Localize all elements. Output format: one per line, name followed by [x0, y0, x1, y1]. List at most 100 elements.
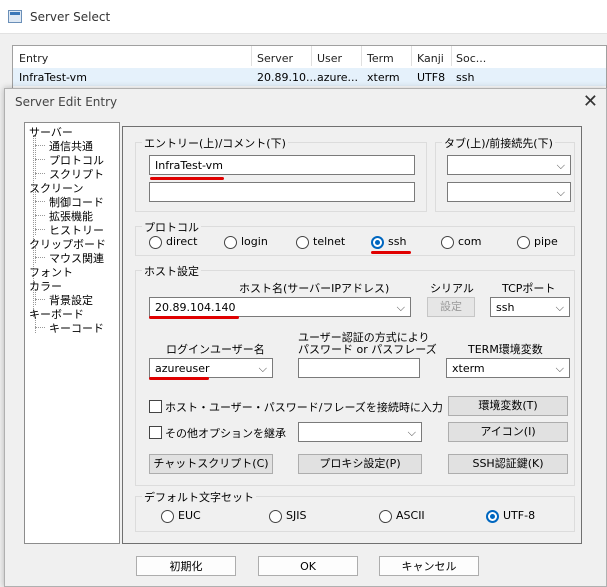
login-user-combo[interactable]: azureuser ⌵ [149, 358, 273, 378]
close-icon[interactable]: ✕ [583, 91, 598, 112]
column-separator [251, 46, 252, 66]
tree-line [35, 229, 45, 230]
protocol-telnet-label[interactable]: telnet [313, 235, 345, 248]
tree-item-protocol[interactable]: プロトコル [49, 155, 104, 167]
dialog-title: Server Edit Entry [15, 95, 118, 109]
charset-utf8-radio[interactable] [486, 510, 499, 523]
tree-item-color[interactable]: カラー [29, 281, 62, 293]
prompt-credentials-label[interactable]: ホスト・ユーザー・パスワード/フレーズを接続時に入力 [165, 399, 443, 415]
protocol-pipe-label[interactable]: pipe [534, 235, 558, 248]
tree-item-script[interactable]: スクリプト [49, 169, 104, 181]
cell-term: xterm [367, 71, 400, 84]
inherit-options-combo[interactable]: ⌵ [298, 422, 422, 442]
tree-line [35, 201, 45, 202]
auth-password-input[interactable] [298, 358, 420, 378]
column-header-user[interactable]: User [317, 52, 342, 65]
hostname-combo[interactable]: 20.89.104.140 ⌵ [149, 297, 411, 317]
tree-item-extension[interactable]: 拡張機能 [49, 211, 93, 223]
protocol-direct-radio[interactable] [149, 236, 162, 249]
column-separator [311, 46, 312, 66]
protocol-com-label[interactable]: com [458, 235, 482, 248]
cell-server: 20.89.10... [257, 71, 317, 84]
tree-line [35, 299, 45, 300]
chevron-down-icon: ⌵ [555, 362, 564, 375]
column-header-socket[interactable]: Soc... [456, 52, 486, 65]
tree-item-screen[interactable]: スクリーン [29, 183, 83, 195]
tree-item-keyboard[interactable]: キーボード [29, 309, 84, 321]
tree-item-background[interactable]: 背景設定 [49, 295, 93, 307]
inherit-options-label[interactable]: その他オプションを継承 [165, 425, 286, 441]
login-user-value: azureuser [155, 362, 210, 375]
host-settings-title: ホスト設定 [142, 263, 201, 279]
icon-button[interactable]: アイコン(I) [448, 422, 568, 442]
protocol-ssh-radio[interactable] [371, 236, 384, 249]
highlight-underline [371, 251, 411, 254]
cell-user: azure... [317, 71, 359, 84]
protocol-login-label[interactable]: login [241, 235, 268, 248]
settings-panel: エントリー(上)/コメント(下) InfraTest-vm タブ(上)/前接続先… [122, 126, 582, 544]
tree-item-server[interactable]: サーバー [29, 127, 73, 139]
column-header-server[interactable]: Server [257, 52, 293, 65]
charset-euc-label[interactable]: EUC [178, 509, 201, 522]
tree-item-comm-common[interactable]: 通信共通 [49, 141, 93, 153]
settings-tree[interactable]: サーバー 通信共通 プロトコル スクリプト スクリーン 制御コード 拡張機能 ヒ… [24, 122, 120, 544]
column-header-kanji[interactable]: Kanji [417, 52, 444, 65]
charset-sjis-label[interactable]: SJIS [286, 509, 306, 522]
serial-settings-button[interactable]: 設定 [427, 297, 475, 317]
chat-script-button[interactable]: チャットスクリプト(C) [149, 454, 273, 474]
charset-ascii-radio[interactable] [379, 510, 392, 523]
protocol-ssh-label[interactable]: ssh [388, 235, 406, 248]
term-env-combo[interactable]: xterm ⌵ [446, 358, 570, 378]
protocol-login-radio[interactable] [224, 236, 237, 249]
prompt-credentials-checkbox[interactable] [149, 400, 162, 413]
ok-button[interactable]: OK [258, 556, 358, 576]
tcp-port-combo[interactable]: ssh ⌵ [490, 297, 570, 317]
highlight-underline [149, 316, 239, 319]
login-user-label: ログインユーザー名 [166, 343, 265, 356]
tree-line [35, 327, 45, 328]
inherit-options-checkbox[interactable] [149, 426, 162, 439]
initialize-button[interactable]: 初期化 [136, 556, 236, 576]
tree-item-clipboard[interactable]: クリップボード [29, 239, 106, 251]
serial-label: シリアル [430, 282, 474, 295]
entry-name-input[interactable]: InfraTest-vm [149, 155, 415, 175]
ssh-key-button[interactable]: SSH認証鍵(K) [448, 454, 568, 474]
chevron-down-icon: ⌵ [555, 301, 564, 314]
column-header-entry[interactable]: Entry [19, 52, 48, 65]
chevron-down-icon: ⌵ [556, 186, 565, 199]
cell-kanji: UTF8 [417, 71, 446, 84]
tree-item-font[interactable]: フォント [29, 267, 73, 279]
highlight-underline [150, 177, 224, 180]
tree-line [35, 215, 45, 216]
tree-item-keycode[interactable]: キーコード [49, 323, 104, 335]
column-separator [451, 46, 452, 66]
protocol-pipe-radio[interactable] [517, 236, 530, 249]
cell-entry: InfraTest-vm [19, 71, 87, 84]
charset-ascii-label[interactable]: ASCII [396, 509, 425, 522]
protocol-telnet-radio[interactable] [296, 236, 309, 249]
term-env-label: TERM環境変数 [468, 343, 543, 356]
entry-group-title: エントリー(上)/コメント(下) [142, 135, 288, 151]
tree-item-mouse[interactable]: マウス関連 [49, 253, 104, 265]
previous-connection-combo[interactable]: ⌵ [447, 182, 571, 202]
tab-combo[interactable]: ⌵ [447, 155, 571, 175]
protocol-com-radio[interactable] [441, 236, 454, 249]
charset-sjis-radio[interactable] [269, 510, 282, 523]
table-row[interactable]: InfraTest-vm 20.89.10... azure... xterm … [13, 68, 606, 86]
app-icon [8, 10, 22, 23]
protocol-group-title: プロトコル [142, 219, 201, 235]
protocol-direct-label[interactable]: direct [166, 235, 197, 248]
charset-utf8-label[interactable]: UTF-8 [503, 509, 535, 522]
tab-group-title: タブ(上)/前接続先(下) [442, 135, 555, 151]
chevron-down-icon: ⌵ [396, 301, 405, 314]
entry-comment-input[interactable] [149, 182, 415, 202]
tree-item-history[interactable]: ヒストリー [49, 225, 104, 237]
tree-item-control-code[interactable]: 制御コード [49, 197, 104, 209]
column-header-term[interactable]: Term [367, 52, 394, 65]
cancel-button[interactable]: キャンセル [379, 556, 479, 576]
protocol-group: プロトコル direct login telnet ssh com pipe [135, 219, 575, 256]
auth-label-line2: パスワード or パスフレーズ [298, 343, 437, 356]
env-variables-button[interactable]: 環境変数(T) [448, 396, 568, 416]
charset-euc-radio[interactable] [161, 510, 174, 523]
proxy-settings-button[interactable]: プロキシ設定(P) [298, 454, 422, 474]
